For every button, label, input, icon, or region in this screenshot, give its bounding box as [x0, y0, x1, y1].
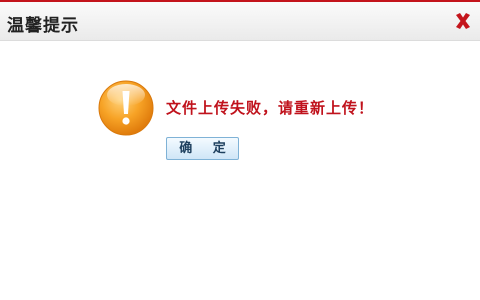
dialog-title: 温馨提示 — [7, 16, 79, 36]
title-bar: 温馨提示 — [0, 2, 480, 41]
error-message: 文件上传失败，请重新上传！ — [166, 99, 375, 117]
confirm-button[interactable]: 确 定 — [166, 137, 239, 160]
warning-icon — [98, 80, 154, 136]
close-button[interactable] — [452, 10, 474, 32]
dialog-body: 文件上传失败，请重新上传！ 确 定 — [0, 41, 480, 300]
alert-dialog: 温馨提示 文件上传失败，请重新上传！ 确 定 — [0, 0, 480, 300]
close-icon — [456, 13, 470, 29]
